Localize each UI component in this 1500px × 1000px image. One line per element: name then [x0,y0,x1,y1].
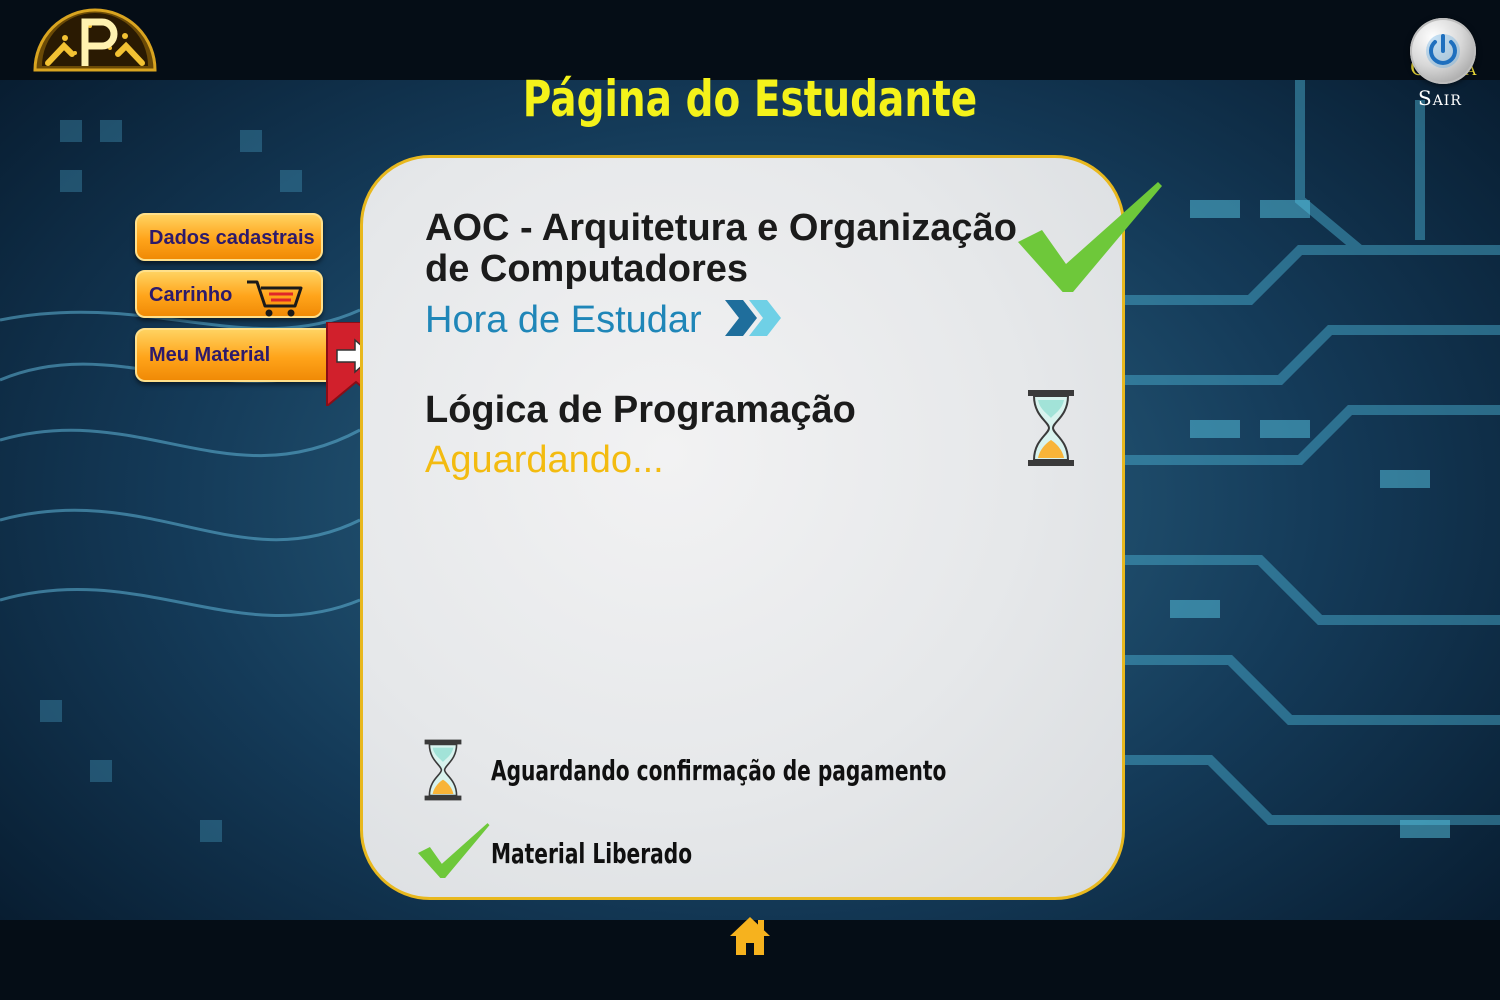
home-icon[interactable] [728,914,772,958]
logout-button[interactable] [1410,18,1476,84]
top-bar [0,0,1500,80]
sidebar-item-my-material[interactable]: Meu Material [135,328,350,382]
legend-pending-text: Aguardando confirmação de pagamento [491,754,947,787]
logout-label[interactable]: Sair [1418,86,1462,110]
power-icon [1426,34,1460,68]
double-chevron-right-icon[interactable] [723,298,785,338]
sidebar-item-label: Dados cadastrais [149,227,315,249]
legend-released-text: Material Liberado [491,837,693,870]
course-title-programming-logic: Lógica de Programação [425,389,856,431]
material-panel: AOC - Arquitetura e Organização de Compu… [360,155,1162,900]
page-title: Página do Estudante [522,70,978,128]
hourglass-pending-icon [1028,390,1074,466]
checkmark-released-icon [1018,182,1162,292]
sidebar-item-label: Meu Material [149,344,271,366]
shopping-cart-icon [247,280,303,317]
course-title-aoc: AOC - Arquitetura e Organização de Compu… [425,207,1017,290]
checkmark-legend-icon [418,823,490,878]
study-now-link[interactable]: Hora de Estudar [425,300,702,341]
account-area: Conta Sair [1300,14,1500,114]
sidebar-item-registration-data[interactable]: Dados cadastrais [135,213,323,261]
brand-logo[interactable] [30,8,160,74]
sidebar-item-label: Carrinho [149,284,233,306]
sidebar-item-cart[interactable]: Carrinho [135,270,323,318]
hourglass-legend-icon [424,739,462,801]
course-status-waiting: Aguardando... [425,439,664,481]
